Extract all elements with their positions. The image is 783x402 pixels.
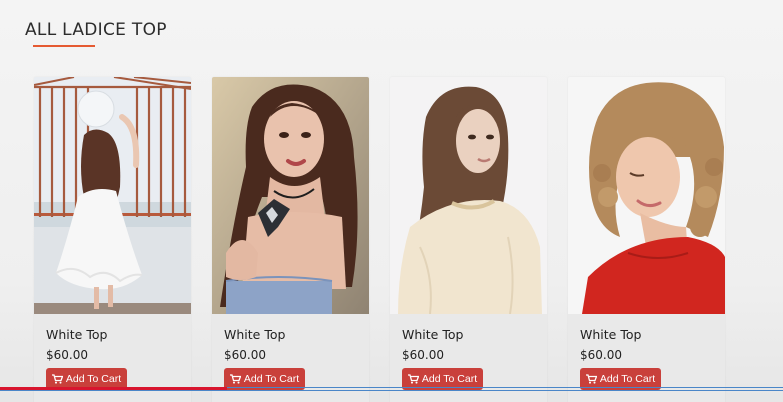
product-image[interactable] bbox=[568, 77, 725, 314]
product-title[interactable]: White Top bbox=[46, 327, 107, 342]
product-image[interactable] bbox=[212, 77, 369, 314]
page: ALL LADICE TOP White Top $60.00 Add To C… bbox=[0, 0, 783, 402]
product-price: $60.00 bbox=[580, 348, 622, 362]
product-title[interactable]: White Top bbox=[402, 327, 463, 342]
product-price: $60.00 bbox=[402, 348, 444, 362]
product-title[interactable]: White Top bbox=[580, 327, 641, 342]
progress-played bbox=[0, 387, 227, 390]
product-card: White Top $60.00 Add To Cart bbox=[568, 77, 725, 402]
add-to-cart-label: Add To Cart bbox=[421, 373, 478, 385]
shopping-cart-icon bbox=[229, 374, 241, 384]
product-card: White Top $60.00 Add To Cart bbox=[390, 77, 547, 402]
product-title[interactable]: White Top bbox=[224, 327, 285, 342]
shopping-cart-icon bbox=[51, 374, 63, 384]
add-to-cart-label: Add To Cart bbox=[243, 373, 300, 385]
add-to-cart-label: Add To Cart bbox=[599, 373, 656, 385]
shopping-cart-icon bbox=[585, 374, 597, 384]
product-card: White Top $60.00 Add To Cart bbox=[212, 77, 369, 402]
section-title: ALL LADICE TOP bbox=[25, 20, 167, 40]
product-image[interactable] bbox=[34, 77, 191, 314]
product-price: $60.00 bbox=[224, 348, 266, 362]
product-card: White Top $60.00 Add To Cart bbox=[34, 77, 191, 402]
add-to-cart-label: Add To Cart bbox=[65, 373, 122, 385]
title-underline bbox=[33, 45, 95, 47]
shopping-cart-icon bbox=[407, 374, 419, 384]
progress-track-lower bbox=[0, 390, 783, 391]
product-image[interactable] bbox=[390, 77, 547, 314]
product-price: $60.00 bbox=[46, 348, 88, 362]
video-progress-bar[interactable] bbox=[0, 386, 783, 391]
